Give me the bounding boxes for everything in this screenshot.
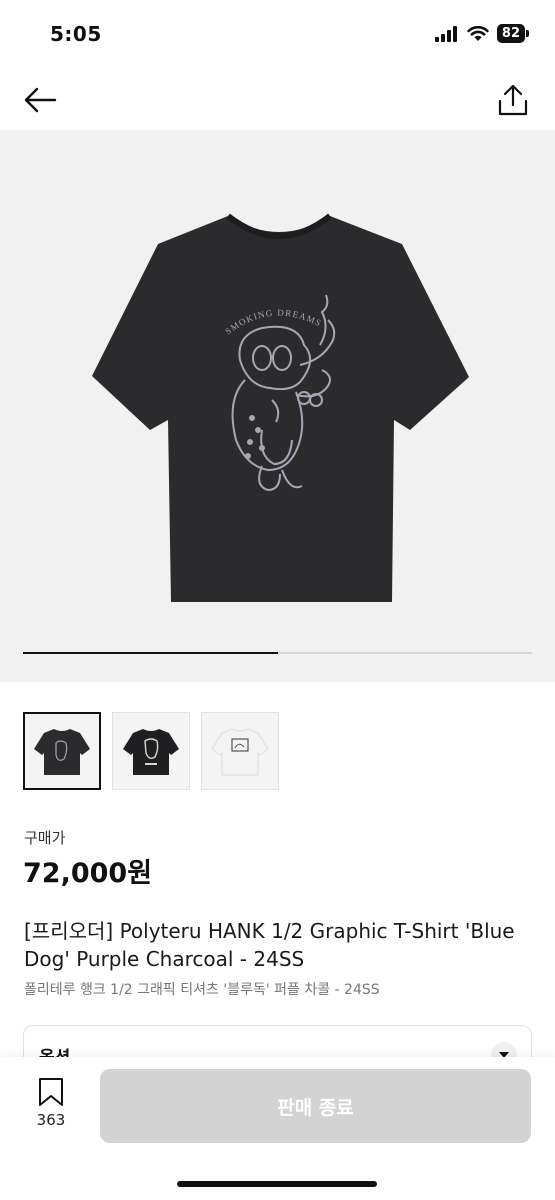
bottom-action-bar: 363 판매 종료 xyxy=(0,1057,555,1200)
wifi-icon xyxy=(467,25,489,41)
carousel-progress-fill xyxy=(23,652,278,654)
thumbnail-image xyxy=(34,729,90,775)
product-image: SMOKING DREAMS xyxy=(92,213,469,602)
status-bar: 5:05 82 xyxy=(0,0,555,70)
thumbnail-1[interactable] xyxy=(23,712,101,790)
product-title: [프리오더] Polyteru HANK 1/2 Graphic T-Shirt… xyxy=(24,919,515,971)
battery-level: 82 xyxy=(496,24,525,43)
bookmark-count: 363 xyxy=(36,1111,66,1129)
product-subtitle: 폴리테루 행크 1/2 그래픽 티셔츠 '블루독' 퍼플 차콜 - 24SS xyxy=(24,982,380,998)
share-icon xyxy=(498,84,528,116)
home-indicator xyxy=(177,1181,377,1187)
sold-out-button[interactable]: 판매 종료 xyxy=(100,1069,531,1143)
product-image-carousel[interactable]: SMOKING DREAMS xyxy=(0,130,555,682)
carousel-progress xyxy=(23,652,532,654)
thumbnail-3[interactable] xyxy=(201,712,279,790)
share-button[interactable] xyxy=(493,80,533,120)
battery-icon: 82 xyxy=(496,24,529,43)
back-button[interactable] xyxy=(20,80,60,120)
bookmark-button[interactable]: 363 xyxy=(26,1077,76,1129)
back-arrow-icon xyxy=(24,87,57,113)
signal-icon xyxy=(434,25,457,42)
thumbnail-image xyxy=(123,729,179,775)
status-icons: 82 xyxy=(434,24,529,43)
thumbnail-image xyxy=(211,728,269,776)
thumbnail-2[interactable] xyxy=(112,712,190,790)
price-value: 72,000원 xyxy=(23,858,153,889)
nav-bar xyxy=(0,70,555,130)
thumbnail-list xyxy=(23,712,279,790)
status-time: 5:05 xyxy=(50,22,102,46)
bookmark-icon xyxy=(39,1078,63,1106)
price-label: 구매가 xyxy=(24,829,66,847)
tshirt-shape xyxy=(92,216,469,602)
